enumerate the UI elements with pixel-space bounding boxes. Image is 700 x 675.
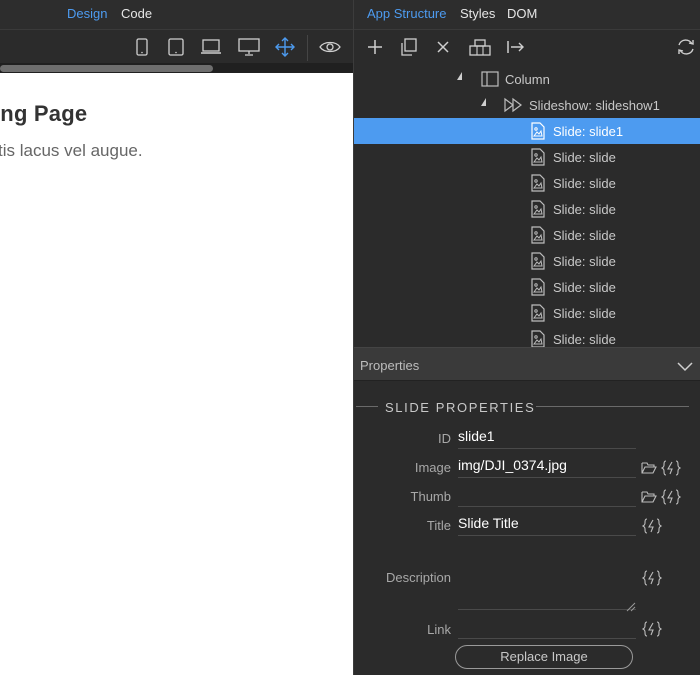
link-label: Link	[427, 622, 451, 637]
tab-code[interactable]: Code	[121, 6, 152, 22]
unwrap-icon[interactable]	[504, 36, 528, 58]
tree-node-label: Slide: slide	[553, 202, 616, 217]
structure-toolbar	[354, 31, 700, 63]
properties-title: Properties	[360, 358, 420, 373]
id-label: ID	[438, 431, 451, 446]
tree-node-slide[interactable]: Slide: slide	[354, 196, 700, 222]
toolbar-divider	[307, 35, 308, 61]
expand-arrow-icon[interactable]	[481, 98, 486, 106]
move-icon[interactable]	[273, 36, 297, 58]
tab-design[interactable]: Design	[67, 6, 107, 22]
refresh-icon[interactable]	[674, 36, 698, 58]
tree-node-label: Slide: slide	[553, 332, 616, 347]
tree-node-slideshow[interactable]: Slideshow: slideshow1	[354, 92, 700, 118]
page-heading: ing Page	[0, 101, 88, 126]
slide-icon	[530, 148, 548, 166]
desktop-view-icon[interactable]	[237, 36, 261, 58]
app-structure-tree: Column Slideshow: slideshow1 Slide: slid…	[354, 66, 700, 347]
design-canvas[interactable]: ing Page tis lacus vel augue.	[0, 73, 353, 675]
preview-eye-icon[interactable]	[318, 36, 342, 58]
tree-node-label: Slide: slide	[553, 176, 616, 191]
laptop-view-icon[interactable]	[199, 36, 223, 58]
tree-node-label: Slide: slide	[553, 228, 616, 243]
title-field[interactable]: Slide Title	[458, 514, 636, 536]
tab-app-structure[interactable]: App Structure	[367, 6, 447, 22]
description-label: Description	[385, 570, 451, 585]
tree-node-slide[interactable]: Slide: slide	[354, 274, 700, 300]
scrollbar-thumb[interactable]	[0, 65, 213, 72]
image-field[interactable]: img/DJI_0374.jpg	[458, 456, 636, 478]
tree-node-slide[interactable]: Slide: slide	[354, 170, 700, 196]
tree-node-slide[interactable]: Slide: slide	[354, 144, 700, 170]
tree-node-label: Column	[505, 72, 550, 87]
tree-node-slide[interactable]: Slide: slide	[354, 326, 700, 347]
properties-header[interactable]: Properties	[354, 347, 700, 381]
page-paragraph: tis lacus vel augue.	[0, 141, 143, 160]
design-pane: Design Code ing Page tis lacus vel augue…	[0, 0, 353, 675]
slide-icon	[530, 122, 548, 140]
chevron-down-icon[interactable]	[677, 359, 693, 377]
tree-node-label: Slide: slide	[553, 150, 616, 165]
thumb-field[interactable]	[458, 485, 636, 507]
link-field[interactable]	[458, 617, 636, 639]
section-divider	[356, 406, 378, 407]
resize-grip-icon[interactable]	[626, 599, 636, 612]
slide-icon	[530, 252, 548, 270]
dynamic-data-icon[interactable]	[660, 489, 682, 505]
folder-icon[interactable]	[641, 490, 657, 504]
title-label: Title	[426, 518, 451, 533]
dynamic-data-icon[interactable]	[641, 621, 663, 637]
tree-node-slide[interactable]: Slide: slide1	[354, 118, 700, 144]
phone-view-icon[interactable]	[130, 36, 154, 58]
slide-icon	[530, 278, 548, 296]
section-title: SLIDE PROPERTIES	[385, 400, 536, 415]
slideshow-icon	[504, 96, 522, 114]
thumb-label: Thumb	[410, 489, 451, 504]
folder-icon[interactable]	[641, 461, 657, 475]
slide-icon	[530, 200, 548, 218]
replace-image-button[interactable]: Replace Image	[455, 645, 633, 669]
slide-icon	[530, 226, 548, 244]
tree-node-label: Slide: slide	[553, 306, 616, 321]
column-icon	[481, 70, 499, 88]
design-tabs: Design Code	[0, 0, 353, 30]
panel-tabs: App Structure Styles DOM	[354, 0, 700, 30]
structure-panel: App Structure Styles DOM Column Slidesho…	[353, 0, 700, 675]
duplicate-icon[interactable]	[397, 36, 421, 58]
tree-node-slide[interactable]: Slide: slide	[354, 248, 700, 274]
tree-node-label: Slideshow: slideshow1	[529, 98, 660, 113]
dynamic-data-icon[interactable]	[660, 460, 682, 476]
tree-node-label: Slide: slide	[553, 280, 616, 295]
tree-node-slide[interactable]: Slide: slide	[354, 300, 700, 326]
image-label: Image	[414, 460, 451, 475]
tree-node-label: Slide: slide	[553, 254, 616, 269]
tree-node-slide[interactable]: Slide: slide	[354, 222, 700, 248]
tree-node-label: Slide: slide1	[553, 124, 624, 139]
tree-node-column[interactable]: Column	[354, 66, 700, 92]
expand-arrow-icon[interactable]	[457, 72, 462, 80]
tablet-view-icon[interactable]	[164, 36, 188, 58]
device-toolbar	[0, 31, 353, 63]
slide-icon	[530, 174, 548, 192]
dynamic-data-icon[interactable]	[641, 570, 663, 586]
app-window: Design Code ing Page tis lacus vel augue…	[0, 0, 700, 675]
dynamic-data-icon[interactable]	[641, 518, 663, 534]
add-icon[interactable]	[363, 36, 387, 58]
slide-icon	[530, 304, 548, 322]
tab-styles[interactable]: Styles	[460, 6, 495, 22]
description-field[interactable]	[458, 556, 636, 610]
tab-dom[interactable]: DOM	[507, 6, 537, 22]
delete-icon[interactable]	[431, 36, 455, 58]
properties-panel: SLIDE PROPERTIES ID slide1 Image img/DJI…	[354, 381, 700, 675]
slide-icon	[530, 330, 548, 347]
wrap-icon[interactable]	[468, 36, 492, 58]
id-field[interactable]: slide1	[458, 427, 636, 449]
section-divider	[536, 406, 689, 407]
